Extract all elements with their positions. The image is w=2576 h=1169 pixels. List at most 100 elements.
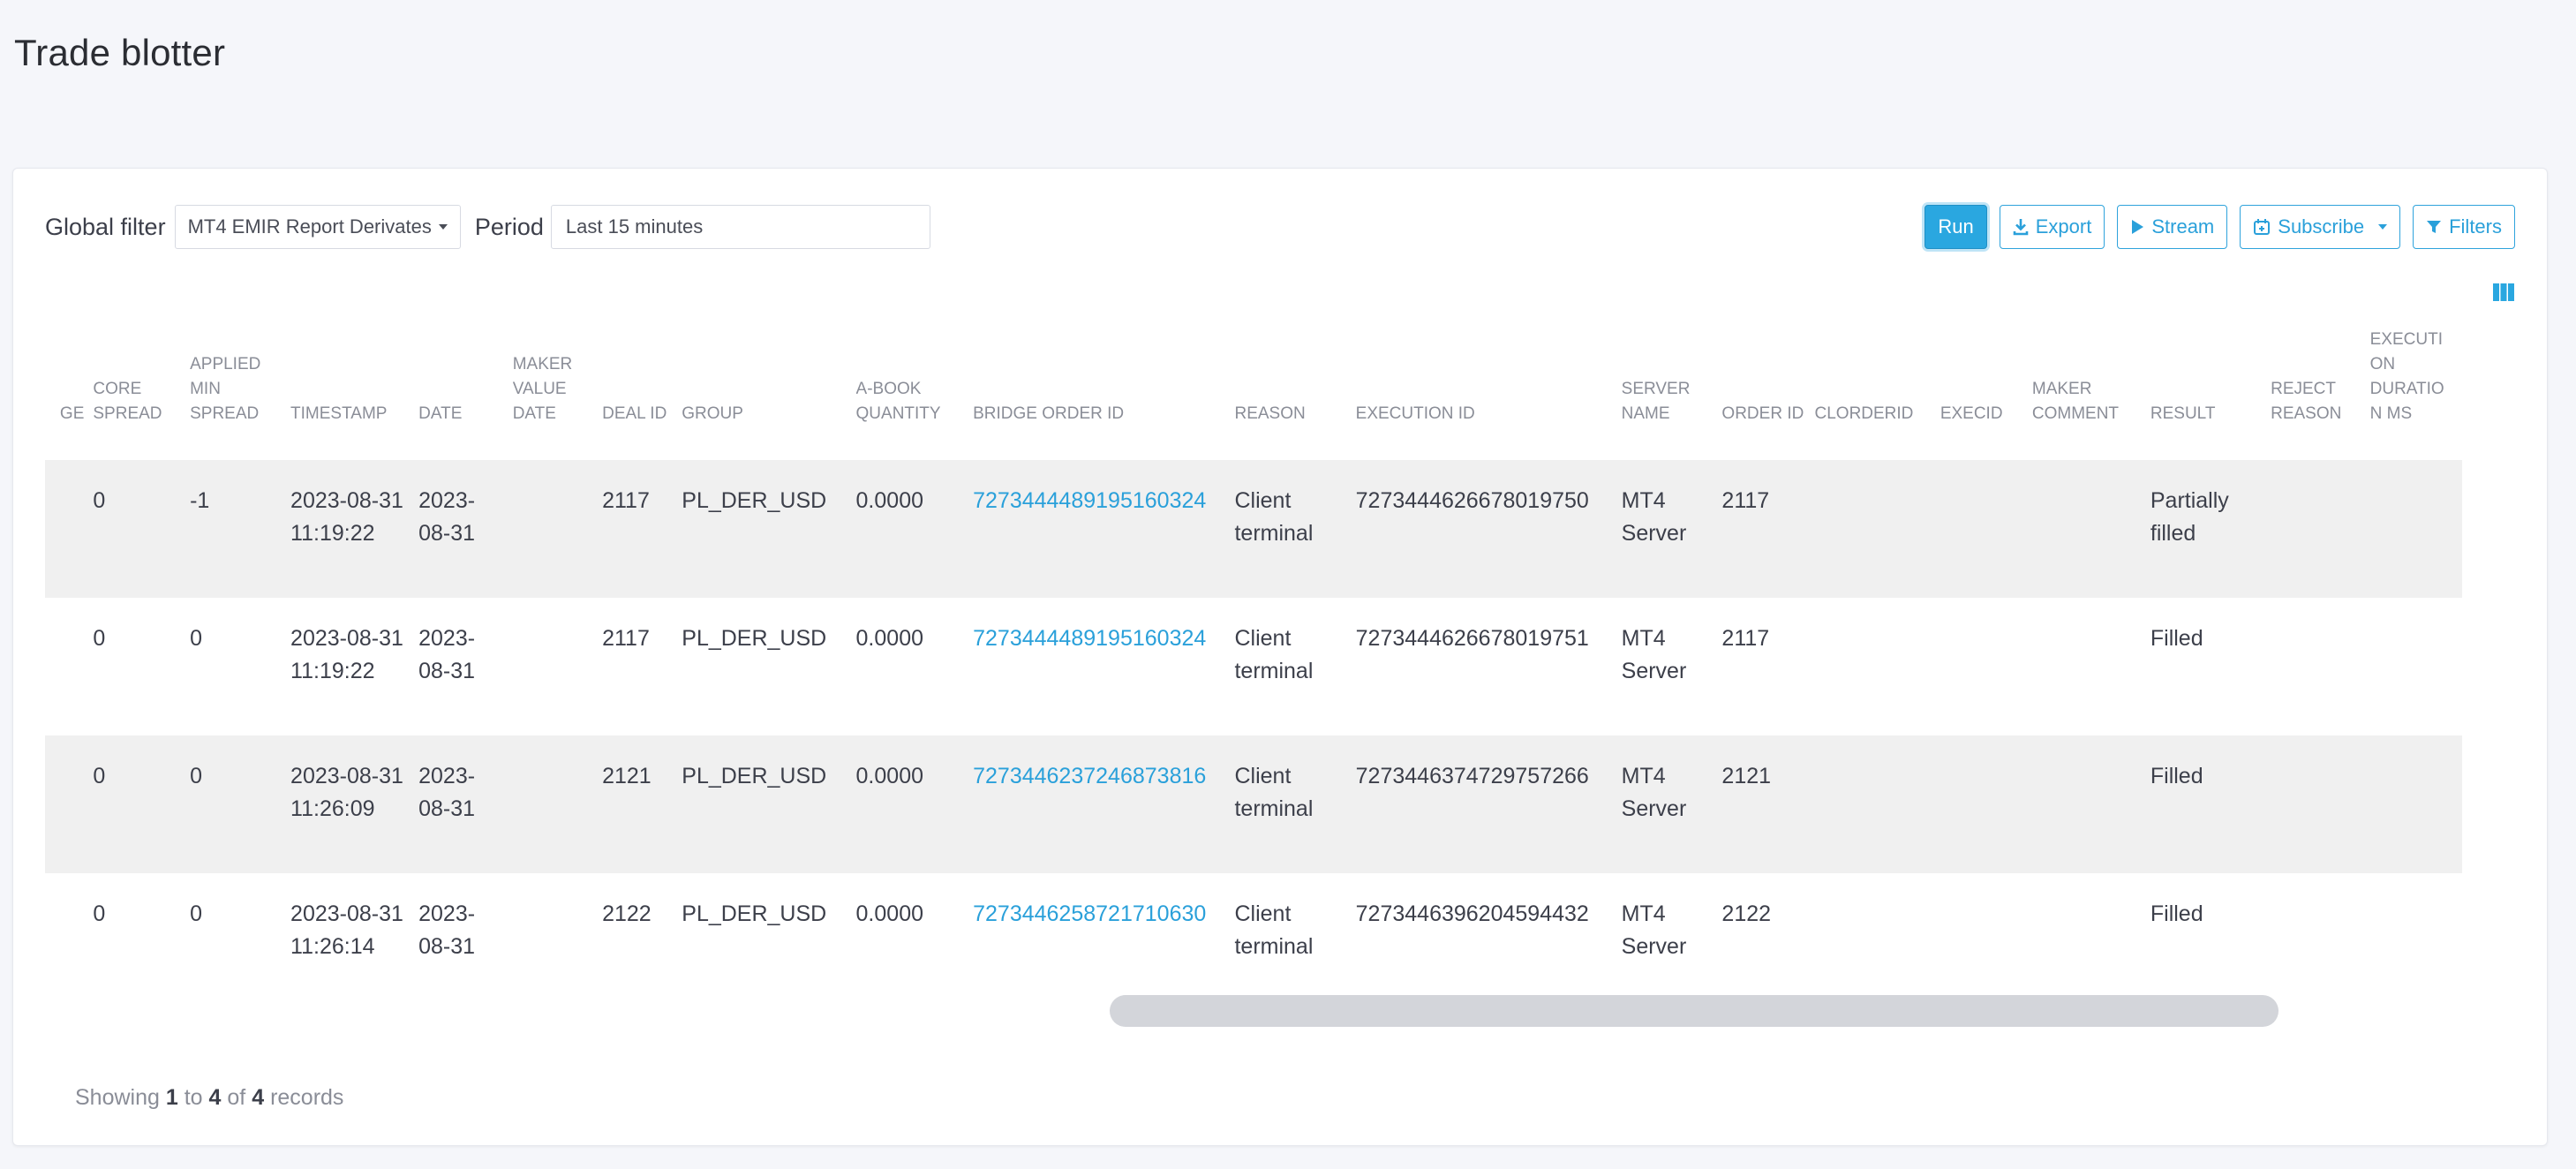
table-row[interactable]: 0 -1 2023-08-31 11:19:22 2023-08-31 2117…: [45, 460, 2462, 598]
trade-table: GE CORE SPREAD APPLIED MIN SPREAD TIMEST…: [45, 328, 2462, 1011]
table-cell: Client terminal: [1234, 460, 1356, 598]
filters-button-label: Filters: [2449, 215, 2502, 238]
bridge-order-id-cell: 7273444489195160324: [973, 460, 1235, 598]
column-header[interactable]: CLORDERID: [1815, 328, 1940, 460]
bridge-order-id-link[interactable]: 7273444489195160324: [973, 626, 1206, 651]
table-cell: [2369, 460, 2462, 598]
table-cell: 2023-08-31: [418, 626, 476, 683]
table-cell: [513, 873, 602, 1011]
records-total: 4: [252, 1085, 265, 1110]
table-cell: 2122: [602, 901, 652, 926]
table-cell: [1815, 873, 1940, 1011]
column-header[interactable]: EXECID: [1940, 328, 2032, 460]
table-cell: MT4 Server: [1621, 460, 1722, 598]
stream-button[interactable]: Stream: [2117, 205, 2228, 249]
table-cell: Client terminal: [1234, 626, 1314, 683]
table-cell: [1814, 460, 1940, 598]
period-label: Period: [474, 213, 544, 240]
column-header[interactable]: REASON: [1234, 328, 1355, 460]
global-filter-dropdown[interactable]: MT4 EMIR Report Derivates: [174, 205, 461, 249]
table-cell: [1815, 598, 1940, 735]
column-header[interactable]: DEAL ID: [602, 328, 682, 460]
table-cell: 7273446374729757266: [1355, 735, 1622, 873]
bridge-order-id-link[interactable]: 7273446237246873816: [973, 764, 1206, 788]
play-icon: [2130, 219, 2144, 235]
table-cell: [513, 598, 602, 735]
table-cell: 7273444626678019751: [1355, 626, 1589, 651]
stream-button-label: Stream: [2151, 215, 2215, 238]
export-button[interactable]: Export: [1999, 205, 2105, 249]
column-header[interactable]: SERVER NAME: [1622, 328, 1722, 460]
bridge-order-id-link[interactable]: 7273446258721710630: [973, 901, 1206, 926]
filters-button[interactable]: Filters: [2413, 205, 2515, 249]
table-cell: Filled: [2150, 735, 2271, 873]
table-cell: [45, 873, 93, 1011]
table-row[interactable]: 0 0 2023-08-31 11:26:09 2023-08-31 2121 …: [45, 735, 2462, 873]
table-cell: 2117: [1721, 460, 1815, 598]
horizontal-scrollbar[interactable]: [1110, 995, 2278, 1027]
table-cell: -1: [190, 460, 291, 598]
table-row[interactable]: 0 0 2023-08-31 11:19:22 2023-08-31 2117 …: [45, 598, 2462, 735]
caret-down-icon: [438, 224, 448, 230]
subscribe-button[interactable]: Subscribe: [2240, 205, 2401, 249]
column-header[interactable]: MAKER COMMENT: [2032, 328, 2150, 460]
export-button-label: Export: [2035, 215, 2092, 238]
table-cell: PL_DER_USD: [682, 735, 856, 873]
run-button[interactable]: Run: [1924, 205, 1987, 249]
table-cell: 2122: [1721, 901, 1772, 926]
records-to-word: to: [184, 1085, 203, 1110]
records-from: 1: [165, 1085, 178, 1110]
column-header[interactable]: GROUP: [682, 328, 855, 460]
table-cell: [1940, 735, 2032, 873]
table-cell: 0: [190, 626, 202, 651]
table-row[interactable]: 0 0 2023-08-31 11:26:14 2023-08-31 2122 …: [45, 873, 2462, 1011]
bridge-order-id-link[interactable]: 7273444489195160324: [973, 488, 1206, 513]
column-header[interactable]: TIMESTAMP: [290, 328, 418, 460]
caret-down-icon: [2378, 224, 2388, 230]
columns-icon[interactable]: [2492, 282, 2515, 303]
table-cell: 2121: [602, 735, 682, 873]
column-header[interactable]: DATE: [418, 328, 513, 460]
column-header[interactable]: EXECUTION DURATION MS: [2370, 328, 2462, 460]
table-cell: 2023-08-31 11:26:14: [290, 901, 403, 959]
column-header[interactable]: GE: [45, 328, 93, 460]
table-cell: [45, 735, 94, 873]
column-header[interactable]: BRIDGE ORDER ID: [973, 328, 1234, 460]
period-input[interactable]: [550, 205, 930, 249]
column-header[interactable]: ORDER ID: [1721, 328, 1814, 460]
global-filter-label: Global filter: [45, 213, 166, 240]
table-cell: PL_DER_USD: [682, 901, 827, 926]
table-cell: [45, 460, 94, 598]
table-cell: [45, 598, 93, 735]
table-cell: 2023-08-31 11:19:22: [290, 626, 403, 683]
toolbar: Global filter MT4 EMIR Report Derivates …: [45, 202, 2515, 252]
bridge-order-id-cell: 7273446258721710630: [973, 873, 1234, 1011]
table-cell: 0.0000: [855, 626, 923, 651]
table-cell: 0.0000: [855, 460, 974, 598]
table-cell: Client terminal: [1234, 735, 1356, 873]
column-header[interactable]: MAKER VALUE DATE: [513, 328, 602, 460]
table-cell: [2031, 460, 2150, 598]
download-icon: [2013, 218, 2029, 236]
table-cell: [2370, 598, 2462, 735]
column-header[interactable]: REJECT REASON: [2271, 328, 2370, 460]
toolbar-filters: Global filter MT4 EMIR Report Derivates …: [45, 202, 930, 252]
records-info: Showing 1 to 4 of 4 records: [75, 1085, 343, 1111]
subscribe-button-label: Subscribe: [2278, 215, 2365, 238]
page-title: Trade blotter: [14, 32, 226, 73]
column-header[interactable]: CORE SPREAD: [93, 328, 190, 460]
column-header[interactable]: EXECUTION ID: [1356, 328, 1622, 460]
column-header[interactable]: A-BOOK QUANTITY: [856, 328, 974, 460]
table-cell: [2271, 598, 2370, 735]
column-header[interactable]: RESULT: [2150, 328, 2271, 460]
column-header[interactable]: APPLIED MIN SPREAD: [190, 328, 290, 460]
table-header-row: GE CORE SPREAD APPLIED MIN SPREAD TIMEST…: [45, 328, 2462, 460]
table-cell: [2370, 873, 2462, 1011]
table-cell: 2117: [602, 626, 650, 651]
table-cell: [1940, 873, 2032, 1011]
toolbar-actions: Run Export Stream Subscribe Filters: [1924, 202, 2515, 252]
records-suffix: records: [270, 1085, 344, 1110]
table-cell: 2023-08-31: [418, 735, 513, 873]
table-cell: Filled: [2150, 626, 2203, 651]
table-cell: [512, 735, 603, 873]
